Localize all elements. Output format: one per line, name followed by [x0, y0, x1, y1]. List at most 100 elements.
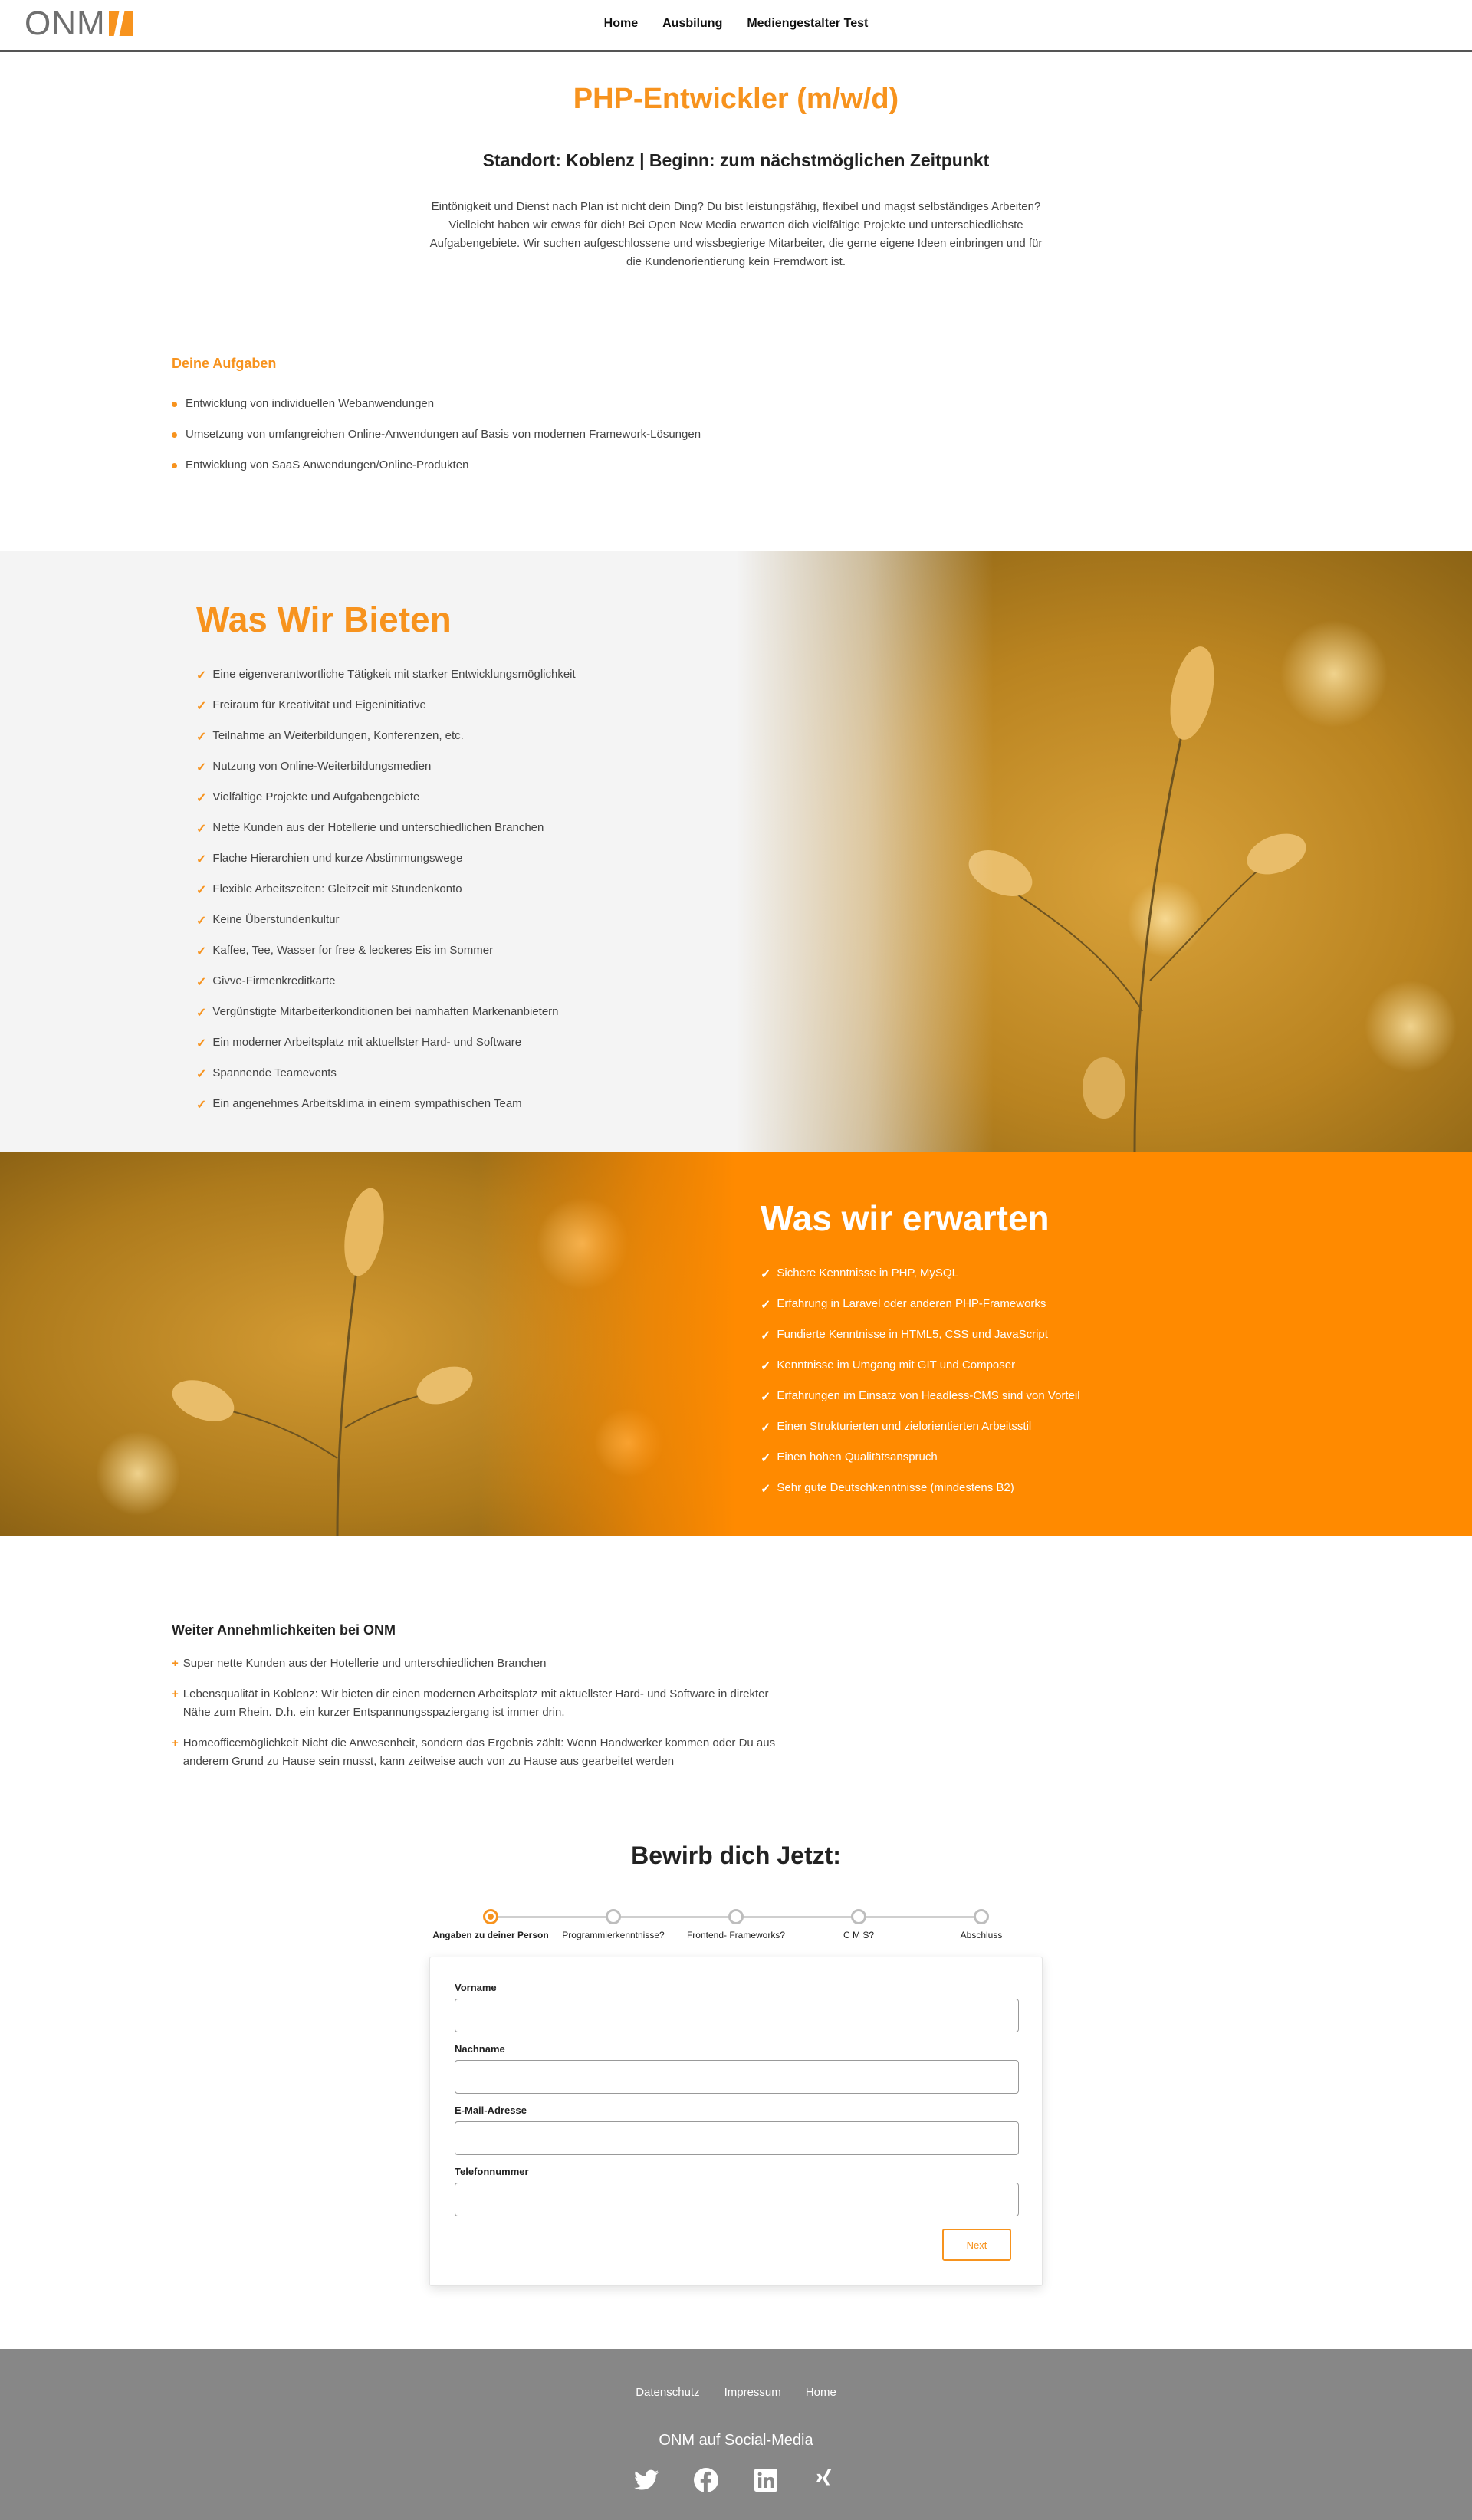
step-circle-icon: [851, 1909, 866, 1924]
task-text: Entwicklung von individuellen Webanwendu…: [186, 397, 435, 410]
checkmark-icon: ✓: [196, 1068, 207, 1081]
list-item: ✓ Vergünstigte Mitarbeiterkonditionen bei…: [196, 1005, 576, 1036]
checkmark-icon: ✓: [196, 792, 207, 805]
list-item: ✓ Einen hohen Qualitätsanspruch: [761, 1451, 1080, 1481]
checkmark-icon: ✓: [761, 1329, 771, 1342]
phone-input[interactable]: [455, 2183, 1019, 2216]
step-circle-icon: [974, 1909, 989, 1924]
list-item: + Lebensqualität in Koblenz: Wir bieten d…: [172, 1685, 785, 1722]
benefit-text: Freiraum für Kreativität und Eigeninitia…: [212, 698, 426, 711]
xing-icon[interactable]: [813, 2467, 839, 2493]
email-field-group: E-Mail-Adresse: [455, 2104, 1019, 2155]
social-heading: ONM auf Social-Media: [659, 2432, 813, 2449]
benefit-text: Nette Kunden aus der Hotellerie und unte…: [212, 821, 544, 834]
list-item: Entwicklung von SaaS Anwendungen/Online-…: [172, 458, 701, 489]
step-programming[interactable]: Programmierkenntnisse?: [552, 1909, 675, 1940]
list-item: ✓ Teilnahme an Weiterbildungen, Konferenz…: [196, 729, 576, 760]
task-text: Umsetzung von umfangreichen Online-Anwen…: [186, 428, 702, 441]
list-item: ✓ Flexible Arbeitszeiten: Gleitzeit mit S…: [196, 882, 576, 913]
task-text: Entwicklung von SaaS Anwendungen/Online-…: [186, 458, 469, 471]
benefits-list: ✓ Eine eigenverantwortliche Tätigkeit mit…: [196, 668, 576, 1128]
benefits-heading: Was Wir Bieten: [196, 600, 452, 639]
checkmark-icon: ✓: [196, 915, 207, 928]
perks-heading: Weiter Annehmlichkeiten bei ONM: [172, 1622, 396, 1638]
email-input[interactable]: [455, 2121, 1019, 2155]
list-item: + Homeofficemöglichkeit Nicht die Anwesen…: [172, 1734, 785, 1771]
requirements-heading: Was wir erwarten: [761, 1198, 1050, 1238]
job-location-start: Standort: Koblenz | Beginn: zum nächstmö…: [482, 150, 990, 170]
list-item: ✓ Keine Überstundenkultur: [196, 913, 576, 944]
benefit-text: Spannende Teamevents: [212, 1066, 337, 1079]
benefits-section: Was Wir Bieten ✓ Eine eigenverantwortlich…: [0, 551, 1472, 1152]
nav-home[interactable]: Home: [604, 17, 638, 31]
step-label: Frontend- Frameworks?: [686, 1930, 786, 1940]
checkmark-icon: ✓: [196, 976, 207, 989]
step-label: Abschluss: [960, 1930, 1003, 1940]
step-circle-icon: [728, 1909, 744, 1924]
perk-text: Homeofficemöglichkeit Nicht die Anwesenh…: [182, 1736, 776, 1768]
perk-text: Super nette Kunden aus der Hotellerie un…: [182, 1657, 547, 1670]
lastname-input[interactable]: [455, 2060, 1019, 2094]
footer-links: Datenschutz Impressum Home: [0, 2386, 1472, 2399]
firstname-input[interactable]: [455, 1999, 1019, 2032]
requirement-text: Einen Strukturierten und zielorientierte…: [777, 1420, 1032, 1433]
step-cms[interactable]: C M S?: [797, 1909, 920, 1940]
nav-ausbildung[interactable]: Ausbilung: [662, 17, 722, 31]
nav-mediengestalter-test[interactable]: Mediengestalter Test: [747, 17, 868, 31]
benefit-text: Ein moderner Arbeitsplatz mit aktuellste…: [212, 1036, 522, 1049]
requirement-text: Sehr gute Deutschkenntnisse (mindestens …: [777, 1481, 1014, 1494]
checkmark-icon: ✓: [761, 1299, 771, 1312]
tasks-heading: Deine Aufgaben: [172, 356, 277, 371]
checkmark-icon: ✓: [196, 669, 207, 682]
footer-link-datenschutz[interactable]: Datenschutz: [636, 2386, 699, 2399]
step-frontend[interactable]: Frontend- Frameworks?: [675, 1909, 797, 1940]
list-item: Entwicklung von individuellen Webanwendu…: [172, 397, 701, 428]
grass-photo: [0, 1152, 736, 1536]
benefit-text: Givve-Firmenkreditkarte: [212, 974, 336, 987]
twitter-icon[interactable]: [633, 2467, 659, 2493]
site-footer: Datenschutz Impressum Home ONM auf Socia…: [0, 2349, 1472, 2520]
requirement-text: Erfahrungen im Einsatz von Headless-CMS …: [777, 1389, 1080, 1402]
benefit-text: Vielfältige Projekte und Aufgabengebiete: [212, 790, 420, 803]
step-label: Programmierkenntnisse?: [562, 1930, 665, 1940]
plus-icon: +: [172, 1687, 179, 1700]
list-item: ✓ Flache Hierarchien und kurze Abstimmung…: [196, 852, 576, 882]
list-item: ✓ Erfahrung in Laravel oder anderen PHP-F…: [761, 1297, 1080, 1328]
checkmark-icon: ✓: [196, 761, 207, 774]
benefit-text: Vergünstigte Mitarbeiterkonditionen bei …: [212, 1005, 559, 1018]
list-item: ✓ Ein moderner Arbeitsplatz mit aktuellst…: [196, 1036, 576, 1066]
job-title: PHP-Entwickler (m/w/d): [573, 83, 899, 115]
list-item: ✓ Ein angenehmes Arbeitsklima in einem sy…: [196, 1097, 576, 1128]
facebook-icon[interactable]: [693, 2467, 719, 2493]
lastname-field-group: Nachname: [455, 2043, 1019, 2094]
list-item: ✓ Spannende Teamevents: [196, 1066, 576, 1097]
benefit-text: Nutzung von Online-Weiterbildungsmedien: [212, 760, 432, 773]
requirements-list: ✓ Sichere Kenntnisse in PHP, MySQL ✓ Erfah…: [761, 1267, 1080, 1512]
checkmark-icon: ✓: [196, 1007, 207, 1020]
checkmark-icon: ✓: [196, 700, 207, 713]
site-header: ONM Home Ausbilung Mediengestalter Test: [0, 0, 1472, 52]
benefit-text: Flache Hierarchien und kurze Abstimmungs…: [212, 852, 463, 865]
footer-link-impressum[interactable]: Impressum: [724, 2386, 781, 2399]
list-item: ✓ Eine eigenverantwortliche Tätigkeit mit…: [196, 668, 576, 698]
step-person[interactable]: Angaben zu deiner Person: [429, 1909, 552, 1940]
next-button[interactable]: Next: [942, 2229, 1011, 2261]
linkedin-icon[interactable]: [753, 2467, 779, 2493]
list-item: ✓ Erfahrungen im Einsatz von Headless-CMS…: [761, 1389, 1080, 1420]
step-circle-icon: [483, 1909, 498, 1924]
step-label: Angaben zu deiner Person: [432, 1930, 549, 1940]
benefit-text: Flexible Arbeitszeiten: Gleitzeit mit St…: [212, 882, 462, 895]
bullet-icon: [172, 402, 177, 407]
step-abschluss[interactable]: Abschluss: [920, 1909, 1043, 1940]
perks-list: + Super nette Kunden aus der Hotellerie u…: [172, 1654, 785, 1783]
requirement-text: Erfahrung in Laravel oder anderen PHP-Fr…: [777, 1297, 1046, 1310]
list-item: ✓ Einen Strukturierten und zielorientiert…: [761, 1420, 1080, 1451]
list-item: ✓ Givve-Firmenkreditkarte: [196, 974, 576, 1005]
phone-label: Telefonnummer: [455, 2166, 529, 2177]
checkmark-icon: ✓: [196, 1037, 207, 1050]
firstname-field-group: Vorname: [455, 1982, 1019, 2032]
benefit-text: Eine eigenverantwortliche Tätigkeit mit …: [212, 668, 576, 681]
checkmark-icon: ✓: [761, 1483, 771, 1496]
footer-link-home[interactable]: Home: [806, 2386, 836, 2399]
benefit-text: Ein angenehmes Arbeitsklima in einem sym…: [212, 1097, 522, 1110]
